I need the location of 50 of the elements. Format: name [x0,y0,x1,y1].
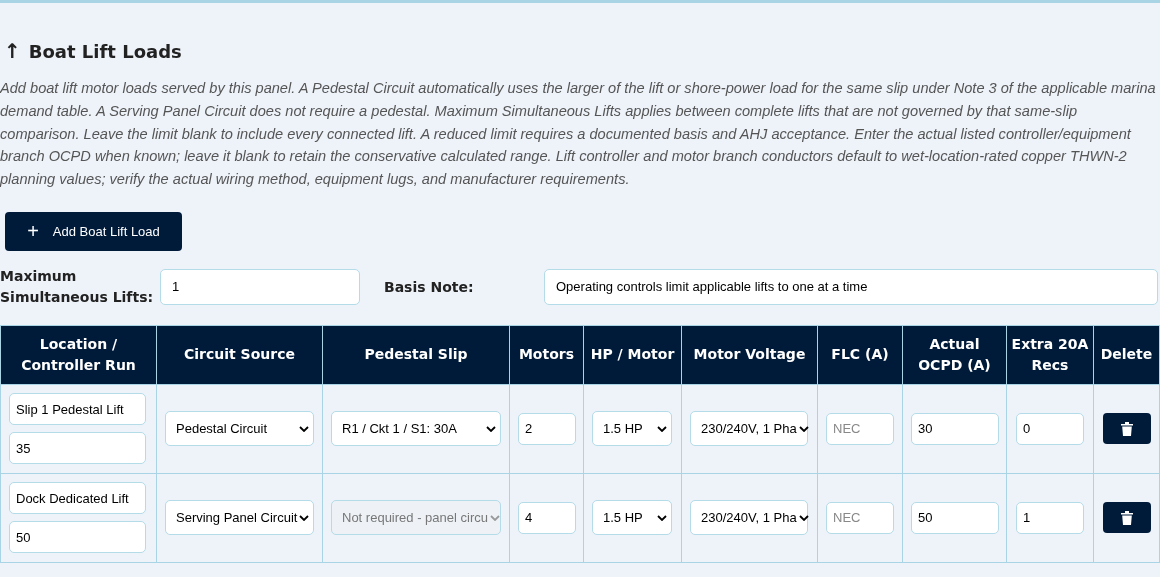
delete-button[interactable] [1102,502,1151,534]
column-header: Motors [509,325,584,385]
caret-icon [657,426,667,432]
trash-icon [1120,511,1133,525]
max-lifts-label: Maximum Simultaneous Lifts: [0,267,155,307]
caret-icon [299,426,309,432]
location-field[interactable]: Dock Dedicated Lift [9,482,146,515]
motors-field[interactable]: 2 [518,413,576,445]
caret-icon [486,426,496,432]
caret-icon [489,515,500,521]
hp-dropdown[interactable]: 1.5 HP [592,500,672,536]
column-header: Delete [1093,325,1160,385]
hp-dropdown[interactable]: 1.5 HP [592,411,672,447]
circuit-source-dropdown[interactable]: Serving Panel Circuit [165,500,314,536]
location-field[interactable]: Slip 1 Pedestal Lift [9,393,146,426]
column-header: Location / Controller Run [0,325,157,385]
ocpd-field[interactable]: 30 [911,413,999,445]
caret-icon [299,515,310,521]
flc-field[interactable]: NEC [826,413,894,445]
caret-icon [798,426,809,432]
add-boat-lift-button[interactable]: + Add Boat Lift Load [5,212,182,251]
column-header: Extra 20A Recs [1006,325,1094,385]
basis-note-field[interactable]: Operating controls limit applicable lifts to one at a time [544,269,1158,305]
plus-icon: + [27,221,39,242]
column-header: Actual OCPD (A) [902,325,1007,385]
caret-icon [657,515,667,521]
column-header: Motor Voltage [681,325,818,385]
run-length-field[interactable]: 50 [9,521,146,554]
voltage-dropdown[interactable]: 230/240V, 1 Pha [690,500,808,536]
delete-button[interactable] [1102,413,1151,445]
max-lifts-field[interactable]: 1 [160,269,360,305]
pedestal-slip-dropdown[interactable]: R1 / Ckt 1 / S1: 30A [331,411,501,447]
extra-recs-field[interactable]: 0 [1016,413,1084,445]
extra-recs-field[interactable]: 1 [1016,502,1084,534]
column-header: FLC (A) [817,325,903,385]
voltage-dropdown[interactable]: 230/240V, 1 Pha [690,411,808,447]
arrow-up-icon: ↑ [4,39,21,63]
motors-field[interactable]: 4 [518,502,576,534]
column-header: Circuit Source [156,325,323,385]
circuit-source-dropdown[interactable]: Pedestal Circuit [165,411,314,447]
column-header: HP / Motor [583,325,682,385]
flc-field[interactable]: NEC [826,502,894,534]
trash-icon [1120,422,1133,436]
description-text: Add boat lift motor loads served by this panel. A Pedestal Circuit automatically uses the larger of the lift or shore-power load for the same slip under Note 3 of the applicable marina demand table. A Serving Panel Circuit does not require a pedestal. Maximum Simultaneous Lifts applies between complete lifts that are not governed by that same-slip comparison. Leave the limit blank to include every connected lift. A reduced limit requires a documented basis and AHJ acceptance. Enter the actual listed controller/equipment branch OCPD when known; leave it blank to retain the conservative calculated range. Lift controller and motor branch conductors default to wet-location-rated copper THWN-2 planning values; verify the actual wiring method, equipment lugs, and manufacturer requirements. [0,79,1157,190]
section-title: Boat Lift Loads [28,40,182,62]
caret-icon [798,515,809,521]
basis-note-label: Basis Note: [384,279,475,295]
run-length-field[interactable]: 35 [9,432,146,465]
column-header: Pedestal Slip [322,325,510,385]
ocpd-field[interactable]: 50 [911,502,999,534]
